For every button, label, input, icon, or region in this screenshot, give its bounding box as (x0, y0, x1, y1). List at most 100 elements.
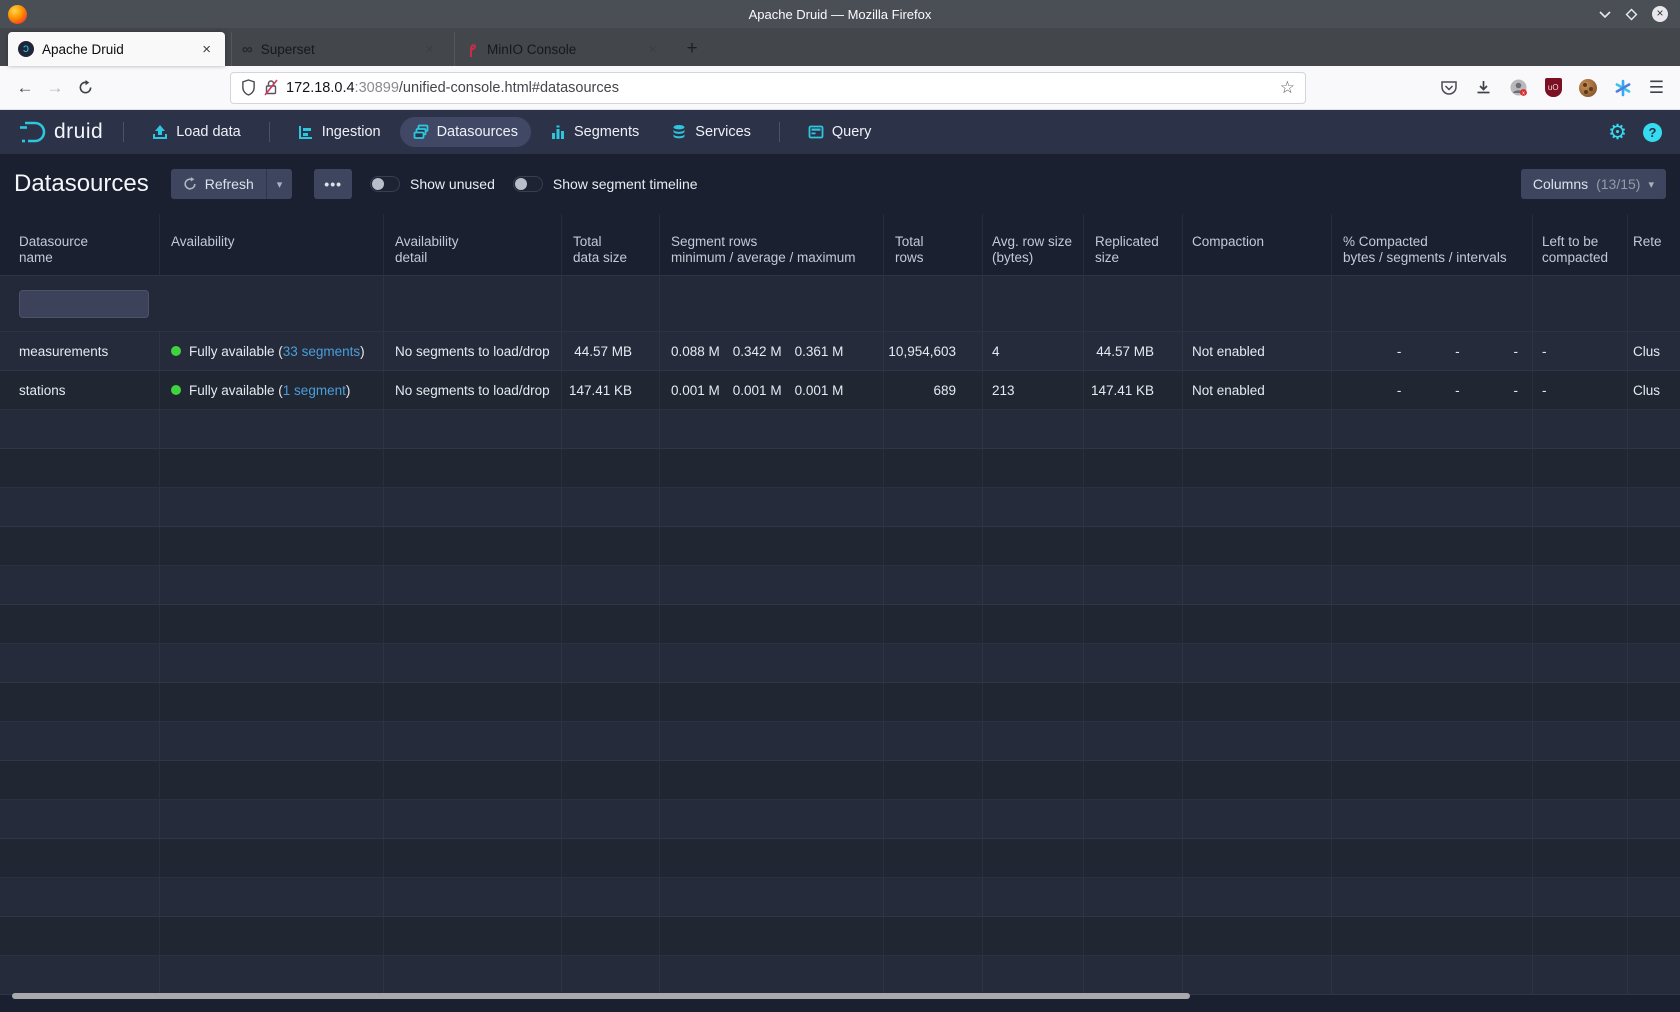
window-maximize-icon[interactable] (1625, 8, 1638, 21)
columns-button[interactable]: Columns (13/15) ▾ (1521, 169, 1666, 199)
more-actions-button[interactable]: ••• (314, 169, 352, 199)
url-toolbar: ← → 172.18.0.4:30899/unified-console.htm… (0, 66, 1680, 110)
compaction-cell: Not enabled (1183, 371, 1332, 409)
extension-asterisk-icon[interactable] (1614, 79, 1632, 97)
nav-item-query[interactable]: Query (795, 117, 885, 147)
chevron-down-icon: ▾ (1648, 178, 1654, 191)
segments-link[interactable]: 33 segments (283, 344, 360, 359)
table-row-stations[interactable]: stations Fully available (1 segment) No … (0, 371, 1680, 410)
horizontal-scrollbar-thumb[interactable] (12, 993, 1190, 999)
ublock-origin-icon[interactable]: uO (1545, 78, 1562, 97)
druid-favicon: ɔ (18, 41, 34, 57)
cookie-extension-icon[interactable] (1579, 79, 1597, 97)
refresh-split-button: Refresh ▾ (171, 169, 293, 199)
col-header-pct-compacted[interactable]: % Compactedbytes / segments / intervals (1332, 214, 1533, 275)
col-header-total-data-size[interactable]: Totaldata size (562, 214, 660, 275)
tab-close-icon[interactable]: × (644, 41, 661, 58)
pocket-icon[interactable] (1440, 79, 1458, 97)
empty-row (0, 410, 1680, 449)
datasource-name-filter-input[interactable] (19, 290, 149, 318)
help-icon[interactable]: ? (1643, 123, 1662, 142)
show-unused-toggle[interactable] (370, 176, 400, 192)
url-bar[interactable]: 172.18.0.4:30899/unified-console.html#da… (230, 72, 1306, 104)
back-button[interactable]: ← (10, 73, 40, 103)
chevron-down-icon: ▾ (277, 178, 283, 191)
empty-row (0, 683, 1680, 722)
window-close-icon[interactable]: × (1652, 6, 1668, 22)
availability-text: ) (346, 383, 351, 398)
minio-favicon (465, 41, 479, 58)
nav-item-load-data[interactable]: Load data (139, 117, 254, 147)
col-header-avg-row-size[interactable]: Avg. row size(bytes) (983, 214, 1084, 275)
col-header-retention[interactable]: Rete (1628, 214, 1680, 275)
columns-count: (13/15) (1596, 176, 1640, 192)
forward-button[interactable]: → (40, 73, 70, 103)
availability-text: Fully available ( (189, 344, 283, 359)
tab-label: Superset (261, 42, 422, 57)
downloads-icon[interactable] (1475, 79, 1492, 96)
table-body: measurements Fully available (33 segment… (0, 276, 1680, 995)
url-text[interactable]: 172.18.0.4:30899/unified-console.html#da… (286, 80, 1272, 96)
nav-item-label: Services (695, 124, 751, 140)
refresh-button[interactable]: Refresh (171, 169, 266, 199)
nav-separator (269, 122, 270, 142)
reload-button[interactable] (70, 73, 100, 103)
new-tab-button[interactable]: + (677, 34, 707, 64)
total-rows-cell: 10,954,603 (884, 332, 983, 370)
empty-row (0, 761, 1680, 800)
tab-superset[interactable]: ∞ Superset × (231, 32, 448, 66)
col-header-availability-detail[interactable]: Availabilitydetail (384, 214, 562, 275)
col-header-availability[interactable]: Availability (160, 214, 384, 275)
total-data-size-cell: 147.41 KB (562, 371, 660, 409)
nav-item-datasources[interactable]: Datasources (400, 117, 531, 147)
table-row-measurements[interactable]: measurements Fully available (33 segment… (0, 332, 1680, 371)
total-data-size-cell: 44.57 MB (562, 332, 660, 370)
nav-item-label: Ingestion (322, 124, 381, 140)
col-header-left-to-be-compacted[interactable]: Left to becompacted (1533, 214, 1628, 275)
url-path: /unified-console.html#datasources (399, 80, 619, 96)
col-header-compaction[interactable]: Compaction (1183, 214, 1332, 275)
segments-link[interactable]: 1 segment (283, 383, 346, 398)
nav-item-services[interactable]: Services (658, 117, 764, 147)
druid-brand-text: druid (54, 120, 103, 144)
nav-separator (779, 122, 780, 142)
col-header-datasource-name[interactable]: Datasourcename (8, 214, 160, 275)
availability-cell: Fully available (1 segment) (160, 371, 384, 409)
menu-hamburger-icon[interactable]: ☰ (1649, 78, 1664, 98)
svg-text:x: x (1522, 91, 1525, 97)
col-header-segment-rows[interactable]: Segment rowsminimum / average / maximum (660, 214, 884, 275)
show-segment-timeline-toggle[interactable] (513, 176, 543, 192)
load-data-icon (152, 124, 168, 140)
show-segment-timeline-label: Show segment timeline (553, 176, 698, 192)
window-minimize-icon[interactable] (1599, 10, 1611, 18)
druid-navbar: druid Load data Ingestion Datasources Se… (0, 110, 1680, 154)
empty-row (0, 605, 1680, 644)
firefox-window: Apache Druid — Mozilla Firefox × ɔ Apach… (0, 0, 1680, 1012)
tab-close-icon[interactable]: × (198, 41, 215, 58)
fully-available-dot-icon (171, 346, 181, 356)
refresh-dropdown-button[interactable]: ▾ (266, 169, 293, 199)
insecure-lock-icon[interactable] (264, 79, 278, 96)
bookmark-star-icon[interactable]: ☆ (1280, 78, 1295, 98)
toggle-knob (515, 178, 527, 190)
nav-item-label: Query (832, 124, 872, 140)
druid-logo[interactable]: druid (10, 119, 111, 145)
availability-text: ) (360, 344, 365, 359)
col-header-replicated-size[interactable]: Replicatedsize (1084, 214, 1183, 275)
avg-row-size-cell: 4 (983, 332, 1084, 370)
tracking-shield-icon[interactable] (241, 79, 256, 96)
tab-apache-druid[interactable]: ɔ Apache Druid × (8, 32, 225, 66)
retention-cell: Clus (1628, 332, 1680, 370)
nav-item-segments[interactable]: Segments (537, 117, 652, 147)
nav-separator (123, 122, 124, 142)
account-extension-icon[interactable]: x (1509, 78, 1528, 97)
tab-minio-console[interactable]: MinIO Console × (454, 32, 671, 66)
window-titlebar: Apache Druid — Mozilla Firefox × (0, 0, 1680, 28)
services-icon (671, 124, 687, 140)
settings-gear-icon[interactable]: ⚙ (1608, 122, 1627, 143)
nav-item-ingestion[interactable]: Ingestion (285, 117, 394, 147)
tab-close-icon[interactable]: × (421, 41, 438, 58)
col-header-total-rows[interactable]: Totalrows (884, 214, 983, 275)
availability-detail-cell: No segments to load/drop (384, 332, 562, 370)
availability-text: Fully available ( (189, 383, 283, 398)
